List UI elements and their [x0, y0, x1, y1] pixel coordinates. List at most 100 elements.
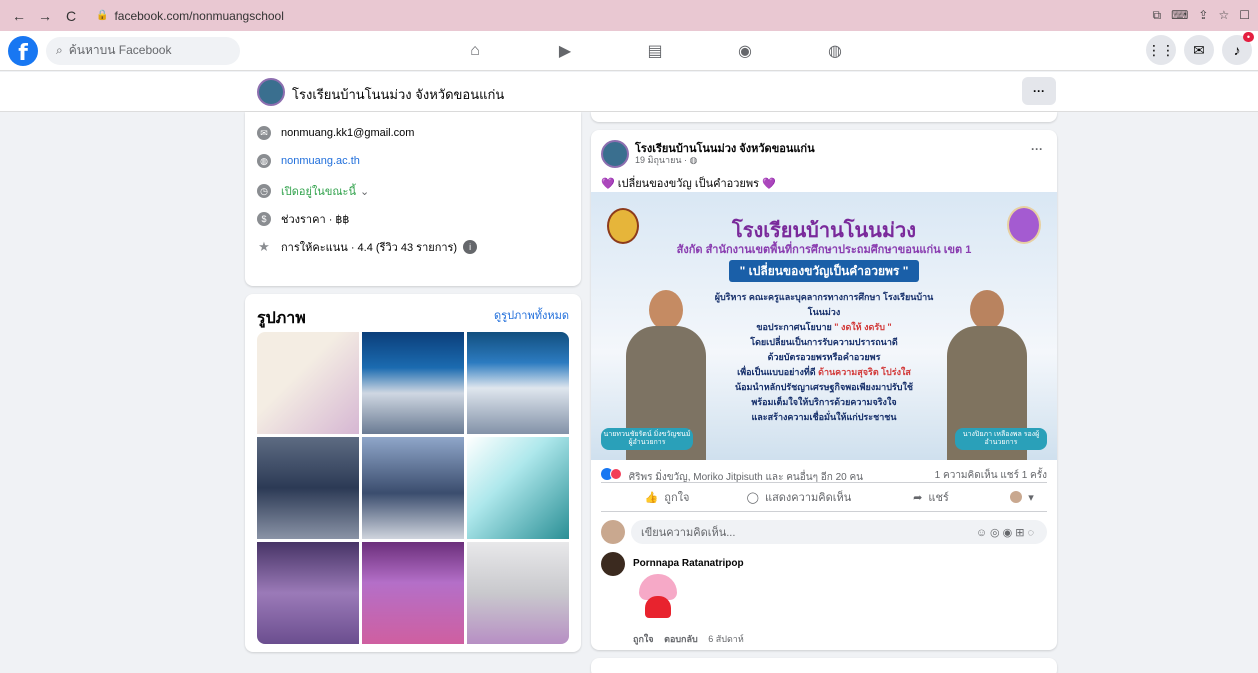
- comment-actions: ถูกใจ ตอบกลับ 6 สัปดาห์: [633, 632, 744, 646]
- email-row: ✉ nonmuang.kk1@gmail.com: [257, 126, 414, 140]
- info-icon[interactable]: i: [463, 240, 478, 254]
- photo-thumbnail[interactable]: [257, 542, 359, 644]
- photo-thumbnail[interactable]: [467, 542, 569, 644]
- star-icon: ★: [258, 239, 270, 254]
- rating-row: ★ การให้คะแนน · 4.4 (รีวิว 43 รายการ) i: [257, 238, 478, 256]
- photos-title: รูปภาพ: [257, 310, 306, 327]
- heart-sticker: [633, 574, 683, 622]
- price-row: $ ช่วงราคา · ฿฿: [257, 210, 349, 228]
- hours-row: ◷ เปิดอยู่ในขณะนี้ ⌄: [257, 182, 369, 200]
- banner-line: ผู้บริหาร คณะครูและบุคลากรทางการศึกษา โร…: [714, 292, 934, 317]
- browser-actions: ⧉ ⌨ ⇪ ☆ ☐: [1153, 8, 1251, 23]
- post-more-icon[interactable]: ···: [1031, 142, 1043, 156]
- more-options-button[interactable]: ···: [1022, 77, 1056, 105]
- audience-selector[interactable]: ▾: [997, 491, 1047, 504]
- photo-thumbnail[interactable]: [362, 332, 464, 434]
- window-icon[interactable]: ☐: [1239, 8, 1250, 23]
- store-icon: ▤: [647, 43, 663, 60]
- banner-line: น้อมนำหลักปรัชญาเศรษฐกิจพอเพียงมาปรับใช้: [735, 382, 913, 392]
- commenter-name[interactable]: Pornnapa Ratanatripop: [633, 558, 744, 569]
- post-date[interactable]: 19 มิถุนายน · ◍: [635, 153, 697, 167]
- post-image[interactable]: โรงเรียนบ้านโนนม่วง สังกัด สำนักงานเขตพื…: [591, 192, 1057, 460]
- deputy-caption: นางปิยภา เหลืองพล รองผู้อำนวยการ: [955, 428, 1047, 450]
- share-button[interactable]: ➦ แชร์: [865, 488, 997, 506]
- clock-icon: ◷: [257, 184, 271, 198]
- like-button[interactable]: 👍 ถูกใจ: [601, 488, 733, 506]
- photo-thumbnail[interactable]: [257, 332, 359, 434]
- comment-tools[interactable]: ☺◎◉⊞◌: [976, 526, 1037, 539]
- install-icon[interactable]: ⧉: [1153, 8, 1162, 23]
- banner-text: ขอประกาศนโยบาย: [756, 322, 835, 332]
- banner-highlight: " งดให้ งดรับ ": [834, 322, 892, 332]
- banner-body: ผู้บริหาร คณะครูและบุคลากรทางการศึกษา โร…: [709, 290, 939, 425]
- comment-button[interactable]: ◯ แสดงความคิดเห็น: [733, 488, 865, 506]
- photo-thumbnail[interactable]: [467, 437, 569, 539]
- profile-avatar-icon: [1010, 491, 1023, 503]
- banner-subtitle: สังกัด สำนักงานเขตพื้นที่การศึกษาประถมศึ…: [676, 244, 972, 256]
- messenger-icon: ✉: [1193, 41, 1205, 58]
- search-placeholder: ค้นหาบน Facebook: [68, 43, 172, 57]
- post-actions: 👍 ถูกใจ ◯ แสดงความคิดเห็น ➦ แชร์ ▾: [601, 482, 1047, 512]
- search-icon: ⌕: [56, 43, 63, 57]
- globe-icon: ◍: [257, 154, 271, 168]
- website-row: ◍ nonmuang.ac.th: [257, 154, 360, 168]
- reload-button[interactable]: C: [60, 5, 82, 27]
- tab-home[interactable]: ⌂: [430, 31, 520, 71]
- comment-icon: ◯: [746, 491, 759, 504]
- photo-thumbnail[interactable]: [362, 437, 464, 539]
- next-post-stub: [591, 658, 1057, 673]
- notifications-button[interactable]: ♪ •: [1222, 32, 1254, 65]
- comment-like-button[interactable]: ถูกใจ: [633, 634, 654, 644]
- share-icon[interactable]: ⇪: [1198, 8, 1208, 23]
- comment-placeholder: เขียนความคิดเห็น...: [641, 527, 736, 539]
- post-card: โรงเรียนบ้านโนนม่วง จังหวัดขอนแก่น 19 มิ…: [591, 130, 1057, 650]
- browser-toolbar: ← → C 🔒 facebook.com/nonmuangschool ⧉ ⌨ …: [0, 0, 1258, 31]
- tab-gaming[interactable]: ◍: [790, 31, 880, 71]
- forward-button[interactable]: →: [34, 5, 56, 27]
- price-range-text: ช่วงราคา · ฿฿: [281, 214, 350, 226]
- menu-button[interactable]: ⋮⋮: [1146, 35, 1176, 65]
- rating-text: การให้คะแนน · 4.4 (รีวิว 43 รายการ): [281, 242, 458, 254]
- comment-reply-button[interactable]: ตอบกลับ: [664, 634, 698, 644]
- translate-icon[interactable]: ⌨: [1171, 8, 1188, 23]
- main-tabs: ⌂ ▶ ▤ ◉ ◍: [430, 31, 880, 71]
- star-icon[interactable]: ☆: [1218, 8, 1229, 23]
- photo-grid: [257, 332, 569, 644]
- post-author-avatar[interactable]: [601, 140, 629, 168]
- banner-line: เพื่อเป็นแบบอย่างที่ดี ด้านความสุจริต โป…: [709, 365, 939, 380]
- video-icon: ▶: [558, 43, 572, 60]
- intro-card: ✉ nonmuang.kk1@gmail.com ◍ nonmuang.ac.t…: [245, 112, 581, 286]
- banner-line: โดยเปลี่ยนเป็นการรับความปรารถนาดี: [750, 337, 898, 347]
- user-avatar[interactable]: [601, 520, 625, 544]
- thumbs-up-icon: 👍: [644, 491, 659, 504]
- banner-line: ด้วยบัตรอวยพรหรือคำอวยพร: [767, 352, 881, 362]
- banner-highlight: ด้านความสุจริต โปร่งใส: [818, 367, 911, 377]
- search-input[interactable]: ⌕ ค้นหาบน Facebook: [46, 36, 240, 65]
- lock-icon: 🔒: [96, 10, 109, 21]
- tab-marketplace[interactable]: ▤: [610, 31, 700, 71]
- photo-thumbnail[interactable]: [257, 437, 359, 539]
- website-link[interactable]: nonmuang.ac.th: [281, 155, 360, 167]
- back-button[interactable]: ←: [8, 5, 30, 27]
- share-arrow-icon: ➦: [913, 491, 923, 504]
- comment-item: Pornnapa Ratanatripop ถูกใจ ตอบกลับ 6 สั…: [601, 552, 1047, 644]
- tab-groups[interactable]: ◉: [700, 31, 790, 71]
- tab-watch[interactable]: ▶: [520, 31, 610, 71]
- chevron-down-icon[interactable]: ⌄: [360, 185, 369, 198]
- facebook-logo[interactable]: f: [8, 35, 38, 66]
- commenter-avatar[interactable]: [601, 552, 625, 576]
- photo-thumbnail[interactable]: [467, 332, 569, 434]
- banner-line: ขอประกาศนโยบาย " งดให้ งดรับ ": [709, 320, 939, 335]
- banner-line: และสร้างความเชื่อมั่นให้แก่ประชาชน: [751, 412, 897, 422]
- address-bar[interactable]: 🔒 facebook.com/nonmuangschool: [96, 5, 1153, 27]
- comment-input[interactable]: เขียนความคิดเห็น... ☺◎◉⊞◌: [631, 520, 1047, 544]
- page-header: โรงเรียนบ้านโนนม่วง จังหวัดขอนแก่น ···: [0, 72, 1258, 112]
- messenger-button[interactable]: ✉: [1184, 35, 1214, 65]
- photos-card: รูปภาพ ดูรูปภาพทั้งหมด: [245, 294, 581, 652]
- photo-thumbnail[interactable]: [362, 542, 464, 644]
- page-avatar[interactable]: [257, 78, 285, 106]
- open-status[interactable]: เปิดอยู่ในขณะนี้: [281, 182, 356, 200]
- groups-icon: ◉: [738, 43, 752, 60]
- home-icon: ⌂: [470, 42, 480, 59]
- see-all-photos-link[interactable]: ดูรูปภาพทั้งหมด: [494, 306, 569, 324]
